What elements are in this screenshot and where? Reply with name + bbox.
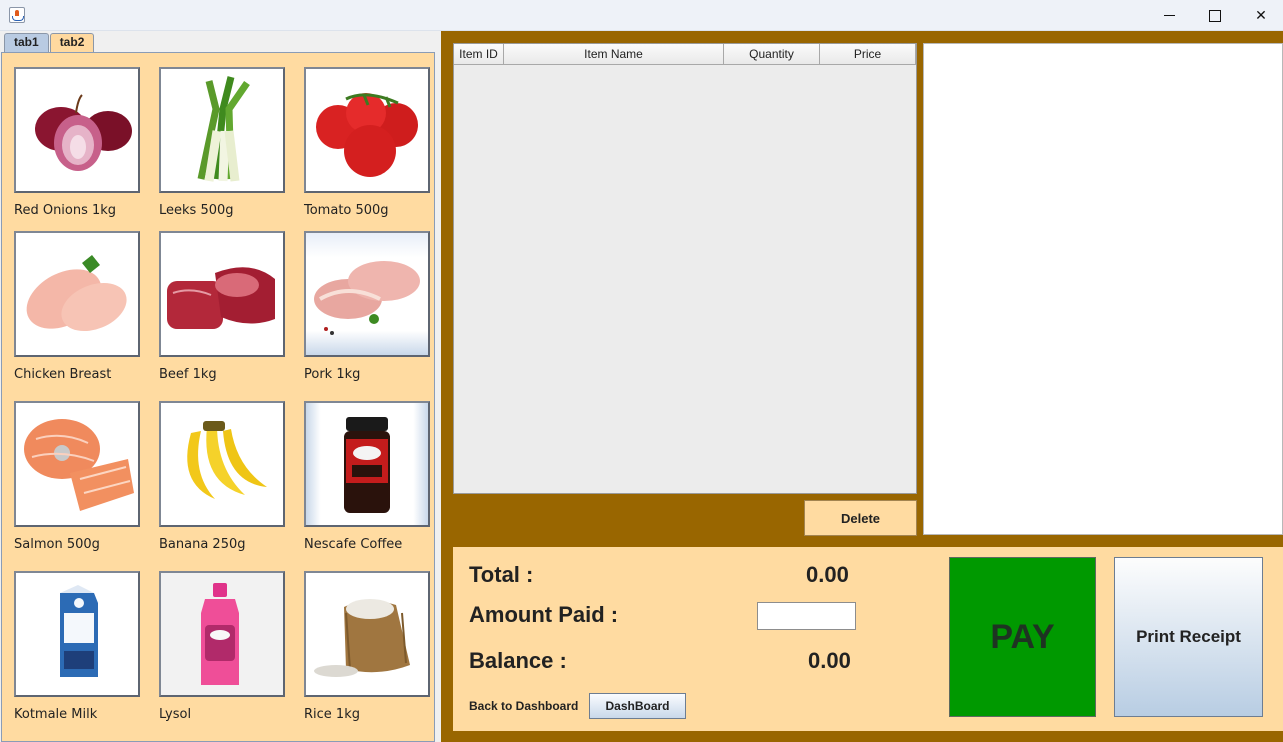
product-label: Banana 250g (159, 537, 246, 552)
tomato-image[interactable] (304, 67, 430, 193)
tab-1[interactable]: tab1 (4, 33, 49, 52)
product-label: Nescafe Coffee (304, 537, 403, 552)
total-label: Total : (469, 562, 534, 587)
product-label: Leeks 500g (159, 203, 234, 218)
kotmale-milk-image[interactable] (14, 571, 140, 697)
product-label: Pork 1kg (304, 367, 361, 382)
title-bar: ✕ (0, 0, 1283, 31)
leeks-image[interactable] (159, 67, 285, 193)
balance-value: 0.00 (808, 648, 851, 673)
banana-image[interactable] (159, 401, 285, 527)
product-label: Lysol (159, 707, 192, 722)
cart-table[interactable]: Item ID Item Name Quantity Price (453, 43, 917, 494)
maximize-button[interactable] (1192, 0, 1238, 31)
product-tabs: tab1 tab2 (4, 33, 95, 53)
product-label: Tomato 500g (304, 203, 389, 218)
balance-label: Balance : (469, 648, 567, 673)
red-onion-image[interactable] (14, 67, 140, 193)
close-button[interactable]: ✕ (1238, 0, 1283, 31)
amount-paid-label: Amount Paid : (469, 602, 619, 627)
amount-paid-input[interactable] (757, 602, 856, 630)
pork-image[interactable] (304, 231, 430, 357)
product-label: Kotmale Milk (14, 707, 98, 722)
product-label: Red Onions 1kg (14, 203, 117, 218)
product-label: Chicken Breast (14, 367, 112, 382)
receipt-text-area[interactable] (923, 43, 1283, 535)
rice-image[interactable] (304, 571, 430, 697)
nescafe-coffee-image[interactable] (304, 401, 430, 527)
salmon-image[interactable] (14, 401, 140, 527)
chicken-breast-image[interactable] (14, 231, 140, 357)
tab-2[interactable]: tab2 (49, 33, 95, 52)
lysol-image[interactable] (159, 571, 285, 697)
beef-image[interactable] (159, 231, 285, 357)
java-app-icon (9, 7, 25, 23)
dashboard-button[interactable]: DashBoard (589, 693, 686, 719)
minimize-button[interactable] (1146, 0, 1192, 31)
column-price[interactable]: Price (820, 44, 916, 64)
product-label: Salmon 500g (14, 537, 100, 552)
delete-button[interactable]: Delete (804, 500, 917, 536)
column-quantity[interactable]: Quantity (724, 44, 820, 64)
print-receipt-button[interactable]: Print Receipt (1114, 557, 1263, 717)
pay-button[interactable]: PAY (949, 557, 1096, 717)
total-value: 0.00 (806, 562, 849, 587)
column-item-name[interactable]: Item Name (504, 44, 724, 64)
cart-table-header: Item ID Item Name Quantity Price (454, 44, 916, 65)
column-item-id[interactable]: Item ID (454, 44, 504, 64)
product-label: Beef 1kg (159, 367, 217, 382)
back-to-dashboard-label: Back to Dashboard (469, 699, 579, 713)
product-label: Rice 1kg (304, 707, 360, 722)
